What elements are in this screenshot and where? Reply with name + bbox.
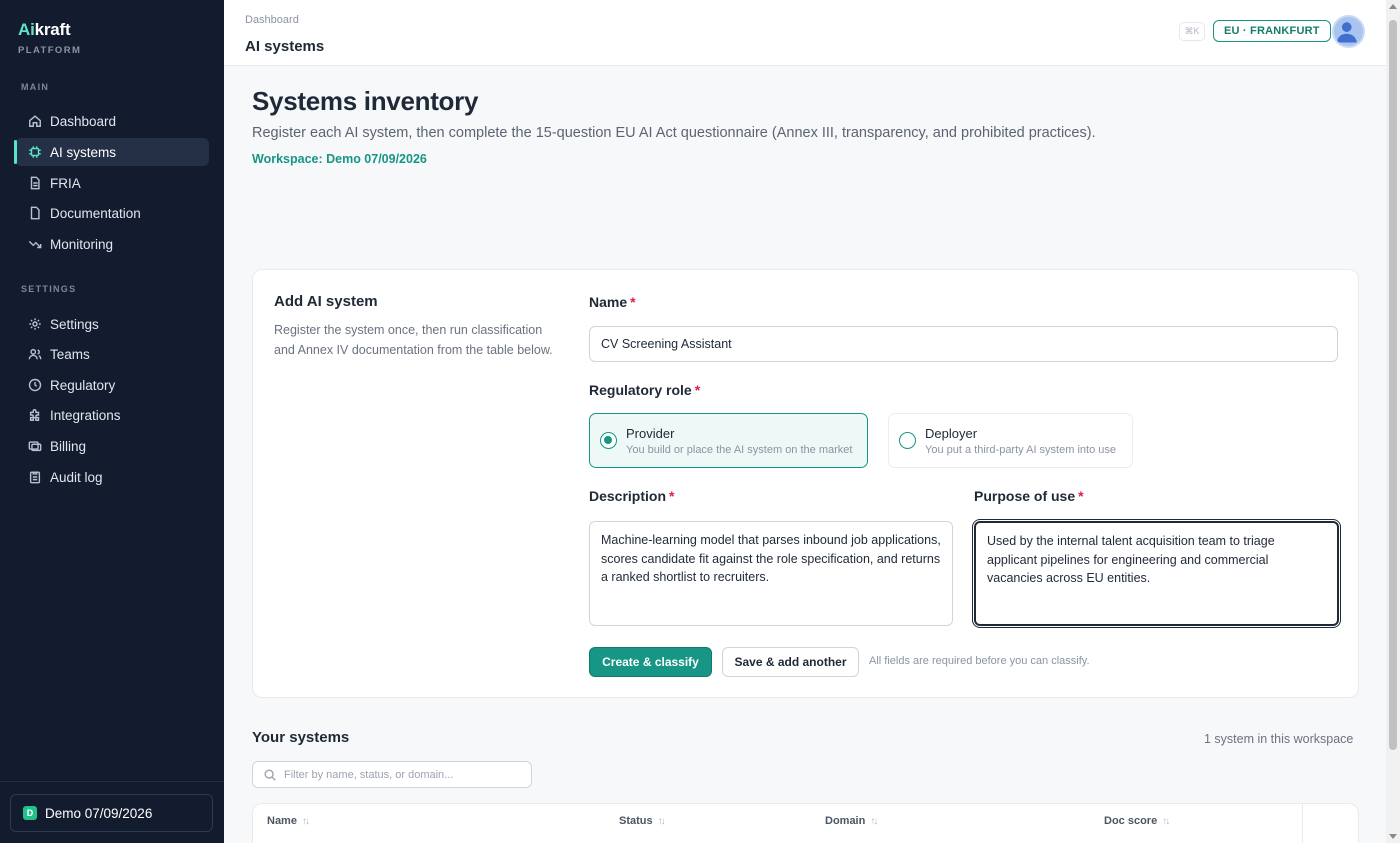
region-badge[interactable]: EU · FRANKFURT [1213,20,1331,42]
sidebar-item-label: Regulatory [50,377,116,393]
add-system-description: Register the system once, then run class… [274,323,553,357]
role-option-deployer[interactable]: Deployer You put a third-party AI system… [888,413,1133,468]
sidebar-item-ai-systems[interactable]: AI systems [14,138,209,166]
nav-section-settings: SETTINGS [21,284,77,294]
search-icon [263,768,277,782]
regulatory-role-label: Regulatory role * [589,382,701,398]
scroll-down-icon[interactable] [1389,834,1397,839]
role-option-provider[interactable]: Provider You build or place the AI syste… [589,413,868,468]
description-textarea[interactable]: Machine-learning model that parses inbou… [589,521,953,626]
sidebar-item-label: Monitoring [50,236,114,252]
home-icon [28,114,42,128]
system-count: 1 system in this workspace [1204,732,1354,746]
sidebar-item-label: AI systems [50,144,117,160]
sort-icon: ↑↓ [301,815,310,827]
provider-description: You build or place the AI system on the … [626,443,853,456]
sidebar-item-label: Teams [50,346,90,362]
avatar[interactable] [1332,15,1365,48]
sidebar-footer: D Demo 07/09/2026 [0,781,224,843]
sidebar-item-label: Settings [50,316,99,332]
name-label: Name * [589,294,636,310]
sidebar-item-label: Audit log [50,469,103,485]
sidebar-item-integrations[interactable]: Integrations [15,401,209,429]
required-mark: * [1078,488,1084,504]
command-shortcut[interactable]: ⌘K [1179,22,1205,41]
users-icon [28,347,42,361]
deployer-radio[interactable] [899,432,916,449]
sidebar-item-documentation[interactable]: Documentation [15,199,209,227]
chip-icon [28,145,42,159]
provider-title: Provider [626,425,675,441]
column-header-name[interactable]: Name ↑↓ [267,815,310,827]
nav-section-main: MAIN [21,82,50,92]
clock-icon [28,378,42,392]
sidebar-item-label: Billing [50,438,87,454]
gear-icon [28,317,42,331]
sidebar-item-monitoring[interactable]: Monitoring [15,230,209,258]
sort-icon: ↑↓ [657,815,666,827]
brand-name-prefix: Ai [18,20,35,39]
save-add-another-button[interactable]: Save & add another [722,647,859,677]
provider-radio[interactable] [600,432,617,449]
sidebar-item-regulatory[interactable]: Regulatory [15,371,209,399]
page-scrollbar[interactable] [1386,0,1400,843]
sidebar-item-label: Dashboard [50,113,117,129]
topbar: Dashboard AI systems ⌘K EU · FRANKFURT [224,0,1386,66]
brand-logo[interactable]: Aikraft PLATFORM [18,20,81,56]
sidebar-item-settings[interactable]: Settings [15,310,209,338]
sidebar-item-label: Integrations [50,407,121,423]
description-label: Description * [589,488,675,504]
file-icon [28,176,42,190]
name-input[interactable] [589,326,1338,362]
sidebar-item-billing[interactable]: Billing [15,432,209,460]
column-divider [1302,804,1303,843]
trend-down-icon [28,237,42,251]
filter-box[interactable] [252,761,532,788]
sidebar-item-teams[interactable]: Teams [15,340,209,368]
workspace-switcher[interactable]: D Demo 07/09/2026 [10,794,213,832]
purpose-label: Purpose of use * [974,488,1084,504]
deployer-description: You put a third-party AI system into use [925,443,1116,456]
page-title: AI systems [245,38,325,55]
workspace-badge: D [23,806,37,820]
scroll-thumb[interactable] [1389,20,1397,750]
sidebar-item-dashboard[interactable]: Dashboard [15,107,209,135]
inventory-subtitle: Register each AI system, then complete t… [252,125,1096,141]
user-icon [1336,22,1357,43]
sidebar-item-label: FRIA [50,175,81,191]
required-mark: * [669,488,675,504]
column-header-domain[interactable]: Domain ↑↓ [825,815,878,827]
required-mark: * [694,382,701,398]
document-icon [28,206,42,220]
workspace-name: Demo 07/09/2026 [45,805,153,821]
brand-subtitle: PLATFORM [18,45,82,56]
billing-icon [28,439,42,453]
sidebar: Aikraft PLATFORM MAIN Dashboard AI syste… [0,0,224,843]
sidebar-item-fria[interactable]: FRIA [15,169,209,197]
workspace-label: Workspace: Demo 07/09/2026 [252,152,427,166]
systems-table: Name ↑↓ Status ↑↓ Domain ↑↓ Doc score ↑↓ [252,803,1359,843]
breadcrumb[interactable]: Dashboard [245,14,299,26]
scroll-up-icon[interactable] [1389,4,1397,9]
add-system-card: Add AI system Register the system once, … [252,269,1359,698]
inventory-title: Systems inventory [252,86,479,116]
column-header-doc-score[interactable]: Doc score ↑↓ [1104,815,1170,827]
sort-icon: ↑↓ [1162,815,1170,827]
your-systems-title: Your systems [252,729,350,746]
purpose-textarea[interactable]: Used by the internal talent acquisition … [974,521,1339,626]
sidebar-item-label: Documentation [50,205,141,221]
add-system-title: Add AI system [274,293,378,310]
filter-input[interactable] [284,765,524,784]
column-header-status[interactable]: Status ↑↓ [619,815,666,827]
required-mark: * [630,294,636,310]
clipboard-icon [28,470,42,484]
brand-name-suffix: kraft [34,20,71,39]
required-hint: All fields are required before you can c… [869,655,1090,667]
sort-icon: ↑↓ [870,815,878,827]
deployer-title: Deployer [925,425,978,441]
sidebar-item-audit-log[interactable]: Audit log [15,463,209,491]
puzzle-icon [28,408,42,422]
create-classify-button[interactable]: Create & classify [589,647,712,677]
